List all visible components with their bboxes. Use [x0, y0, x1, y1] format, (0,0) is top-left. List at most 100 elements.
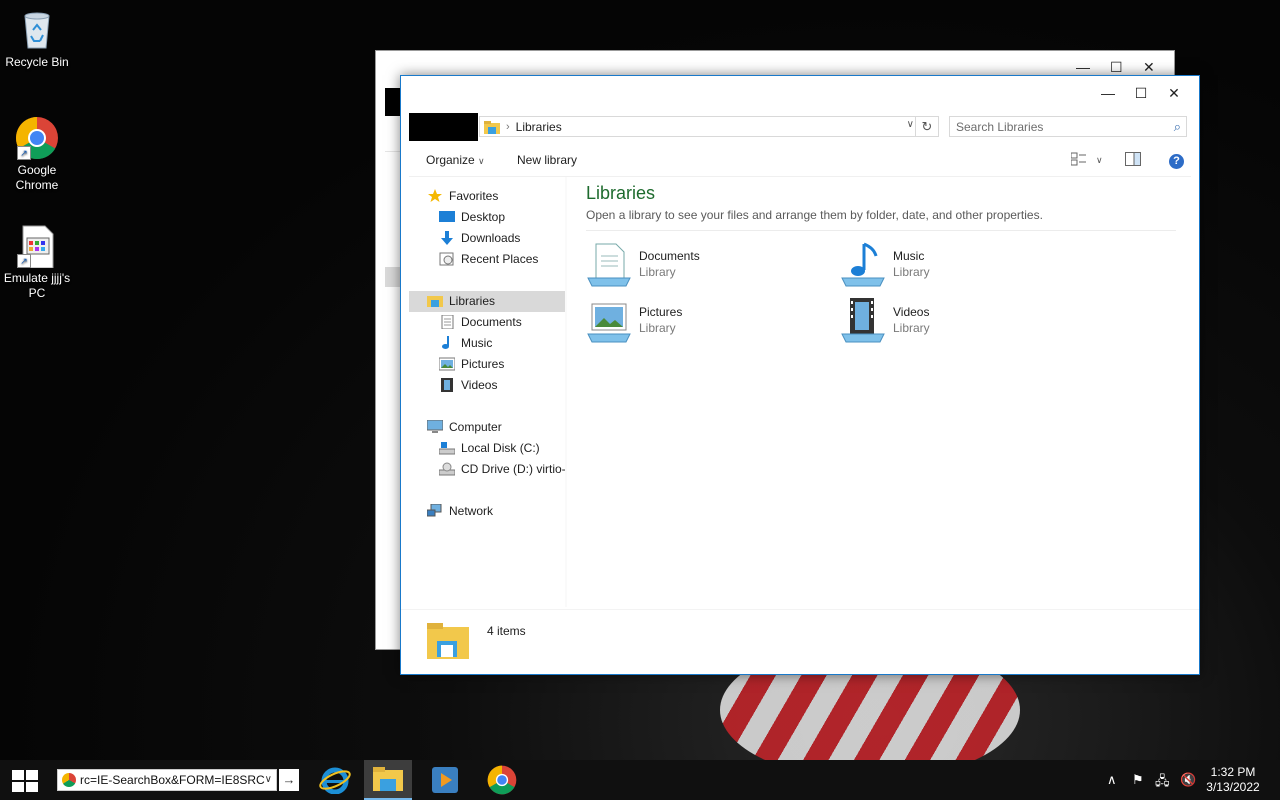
taskbar-address-toolbar[interactable]: rc=IE-SearchBox&FORM=IE8SRC ∨: [57, 769, 277, 791]
minimize-icon[interactable]: —: [1076, 59, 1090, 75]
help-icon[interactable]: ?: [1169, 154, 1184, 169]
organize-button[interactable]: Organize ∨: [426, 153, 485, 167]
maximize-icon[interactable]: ☐: [1110, 59, 1123, 76]
clock-time: 1:32 PM: [1210, 765, 1256, 779]
taskbar: rc=IE-SearchBox&FORM=IE8SRC ∨ → ∧ ⚑ 🖧 🔇 …: [0, 760, 1280, 800]
pictures-library-icon: [586, 298, 632, 344]
chevron-down-icon[interactable]: ∨: [265, 770, 272, 790]
details-pane: 4 items: [401, 609, 1199, 675]
nav-network[interactable]: Network: [426, 501, 493, 522]
breadcrumb-chevron-icon[interactable]: ›: [506, 121, 510, 133]
search-box[interactable]: ⌕: [949, 116, 1187, 137]
library-item-documents[interactable]: Documents Library: [586, 242, 806, 290]
new-library-button[interactable]: New library: [517, 153, 577, 167]
taskbar-internet-explorer[interactable]: [311, 760, 359, 800]
content-divider: [586, 230, 1176, 231]
nav-documents[interactable]: Documents: [439, 312, 522, 333]
library-item-videos[interactable]: Videos Library: [840, 298, 1060, 346]
library-type: Library: [893, 265, 930, 279]
nav-recent-places[interactable]: Recent Places: [439, 249, 538, 270]
nav-pane-edge: [565, 177, 567, 607]
taskbar-google-chrome[interactable]: [479, 760, 527, 800]
cd-drive-icon: [438, 462, 456, 476]
shortcut-arrow-icon: ↗: [17, 254, 31, 268]
start-button[interactable]: [12, 770, 38, 792]
library-name: Videos: [893, 305, 930, 319]
nav-local-disk[interactable]: Local Disk (C:): [438, 438, 540, 459]
libraries-icon: [427, 294, 443, 308]
computer-icon: [426, 419, 444, 434]
toolbar-divider: [409, 176, 1191, 177]
close-button[interactable]: ✕: [1159, 82, 1189, 104]
document-shortcut-icon: ↗: [15, 224, 59, 269]
chevron-down-icon: ∨: [478, 156, 485, 166]
desktop-icon-label: Google Chrome: [15, 163, 59, 192]
page-description: Open a library to see your files and arr…: [586, 208, 1043, 222]
videos-library-icon: [840, 298, 886, 344]
taskbar-file-explorer[interactable]: [364, 760, 412, 800]
address-bar[interactable]: › Libraries ∨ ↻: [479, 116, 939, 137]
library-name: Documents: [639, 249, 700, 263]
maximize-button[interactable]: ☐: [1126, 82, 1156, 104]
recent-places-icon: [439, 252, 455, 266]
nav-music[interactable]: Music: [439, 333, 492, 354]
videos-icon: [439, 377, 455, 392]
nav-libraries[interactable]: Libraries: [427, 291, 495, 312]
volume-muted-icon[interactable]: 🔇: [1180, 772, 1196, 788]
taskbar-media-player[interactable]: [421, 760, 469, 800]
recycle-bin-icon: [15, 8, 59, 52]
taskbar-address-value: rc=IE-SearchBox&FORM=IE8SRC: [80, 773, 265, 787]
refresh-icon[interactable]: ↻: [915, 117, 938, 136]
nav-downloads[interactable]: Downloads: [439, 228, 520, 249]
desktop-icon-emulate-pc[interactable]: ↗ Emulate jjjj's PC: [0, 224, 74, 301]
breadcrumb-libraries[interactable]: Libraries: [516, 120, 562, 134]
network-tray-icon[interactable]: 🖧: [1155, 772, 1170, 794]
go-arrow-icon[interactable]: →: [279, 769, 299, 791]
library-item-music[interactable]: Music Library: [840, 242, 1060, 290]
library-type: Library: [639, 321, 676, 335]
nav-computer[interactable]: Computer: [426, 417, 502, 438]
documents-icon: [439, 314, 455, 330]
explorer-window[interactable]: — ☐ ✕ › Libraries ∨ ↻ ⌕ Organize ∨ New l…: [400, 75, 1200, 675]
library-name: Pictures: [639, 305, 683, 319]
music-note-icon: [439, 335, 455, 350]
minimize-button[interactable]: —: [1093, 82, 1123, 104]
show-hidden-icons-chevron-icon[interactable]: ∧: [1107, 772, 1117, 788]
preview-pane-icon[interactable]: [1125, 152, 1141, 169]
file-explorer-icon: [373, 767, 403, 791]
change-view-icon[interactable]: [1070, 152, 1087, 169]
action-center-flag-icon[interactable]: ⚑: [1132, 772, 1144, 788]
page-title: Libraries: [586, 183, 656, 203]
nav-videos[interactable]: Videos: [439, 375, 497, 396]
library-type: Library: [639, 265, 676, 279]
system-clock[interactable]: 1:32 PM 3/13/2022: [1198, 765, 1268, 795]
network-icon: [426, 503, 443, 518]
redacted-nav-buttons: [409, 113, 478, 141]
desktop-icon-recycle-bin[interactable]: Recycle Bin: [0, 8, 74, 70]
clock-date: 3/13/2022: [1206, 780, 1260, 794]
desktop-icon-label: Recycle Bin: [5, 55, 69, 69]
music-library-icon: [840, 242, 886, 288]
nav-cd-drive[interactable]: CD Drive (D:) virtio-win: [438, 459, 565, 480]
library-name: Music: [893, 249, 925, 263]
desktop-icon-google-chrome[interactable]: ↗ Google Chrome: [0, 116, 74, 193]
view-options-chevron-icon[interactable]: ∨: [1096, 155, 1103, 166]
libraries-folder-icon: [427, 623, 469, 662]
nav-favorites[interactable]: Favorites: [427, 186, 498, 207]
address-dropdown-icon[interactable]: ∨: [907, 119, 914, 130]
download-arrow-icon: [439, 230, 455, 245]
hard-drive-icon: [438, 441, 456, 455]
documents-library-icon: [586, 242, 632, 288]
search-icon[interactable]: ⌕: [1174, 119, 1181, 135]
desktop-icon-label: Emulate jjjj's PC: [3, 271, 71, 300]
command-bar: Organize ∨ New library ∨ ?: [409, 148, 1191, 174]
search-input[interactable]: [956, 118, 1156, 135]
internet-explorer-icon: [319, 767, 351, 795]
nav-desktop[interactable]: Desktop: [439, 207, 505, 228]
library-item-pictures[interactable]: Pictures Library: [586, 298, 806, 346]
item-count: 4 items: [487, 624, 526, 638]
close-icon[interactable]: ✕: [1143, 59, 1155, 76]
navigation-pane[interactable]: Favorites Desktop Downloads Recent Place…: [409, 182, 565, 607]
nav-pictures[interactable]: Pictures: [438, 354, 504, 375]
libraries-icon: [484, 120, 500, 134]
